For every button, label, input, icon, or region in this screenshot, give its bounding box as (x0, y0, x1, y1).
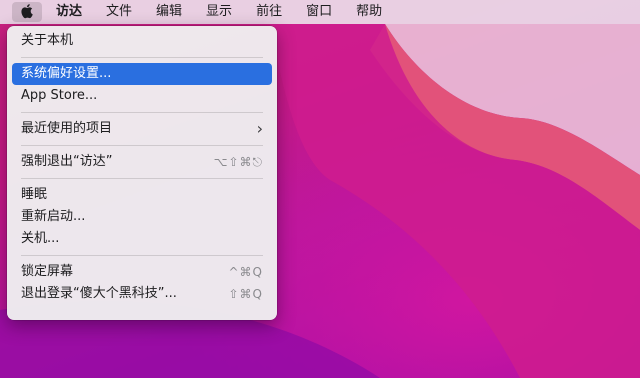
menu-separator (21, 145, 263, 146)
chevron-right-icon: › (256, 119, 263, 138)
menu-separator (21, 255, 263, 256)
menubar-item-help[interactable]: 帮助 (344, 0, 394, 24)
menu-item-label: 关机... (21, 231, 60, 246)
menubar-item-window[interactable]: 窗口 (294, 0, 344, 24)
menu-item-shut-down[interactable]: 关机... (12, 228, 272, 250)
menu-item-label: 最近使用的项目 (21, 121, 113, 136)
menu-item-app-store[interactable]: App Store... (12, 85, 272, 107)
shortcut-label: ⌥⇧⌘⎋ (213, 155, 263, 169)
menu-item-label: 睡眠 (21, 187, 48, 202)
apple-logo-icon (21, 4, 33, 19)
menu-item-label: App Store... (21, 88, 98, 103)
menu-item-recent-items[interactable]: 最近使用的项目 › (12, 118, 272, 140)
menu-item-log-out[interactable]: 退出登录“傻大个黑科技”... ⇧⌘Q (12, 283, 272, 305)
apple-dropdown-menu: 关于本机 系统偏好设置... App Store... 最近使用的项目 › 强制… (7, 26, 277, 320)
menu-separator (21, 112, 263, 113)
apple-menu-button[interactable] (12, 2, 42, 22)
menu-item-about-this-mac[interactable]: 关于本机 (12, 30, 272, 52)
menu-item-label: 重新启动... (21, 209, 86, 224)
menu-item-label: 锁定屏幕 (21, 264, 74, 279)
shortcut-label: ⇧⌘Q (228, 287, 263, 301)
menu-item-system-preferences[interactable]: 系统偏好设置... (12, 63, 272, 85)
menubar-item-file[interactable]: 文件 (94, 0, 144, 24)
menubar-item-view[interactable]: 显示 (194, 0, 244, 24)
menubar-item-go[interactable]: 前往 (244, 0, 294, 24)
menu-item-lock-screen[interactable]: 锁定屏幕 ^⌘Q (12, 261, 272, 283)
menu-item-restart[interactable]: 重新启动... (12, 206, 272, 228)
shortcut-label: ^⌘Q (228, 265, 263, 279)
menu-item-label: 退出登录“傻大个黑科技”... (21, 286, 177, 301)
menu-item-force-quit[interactable]: 强制退出“访达” ⌥⇧⌘⎋ (12, 151, 272, 173)
menu-item-label: 关于本机 (21, 33, 74, 48)
menu-separator (21, 178, 263, 179)
menu-item-label: 系统偏好设置... (21, 66, 112, 81)
menubar-item-edit[interactable]: 编辑 (144, 0, 194, 24)
menu-item-sleep[interactable]: 睡眠 (12, 184, 272, 206)
menu-bar: 访达 文件 编辑 显示 前往 窗口 帮助 (0, 0, 640, 24)
menu-item-label: 强制退出“访达” (21, 154, 113, 169)
menubar-item-finder[interactable]: 访达 (48, 0, 94, 24)
menu-separator (21, 57, 263, 58)
